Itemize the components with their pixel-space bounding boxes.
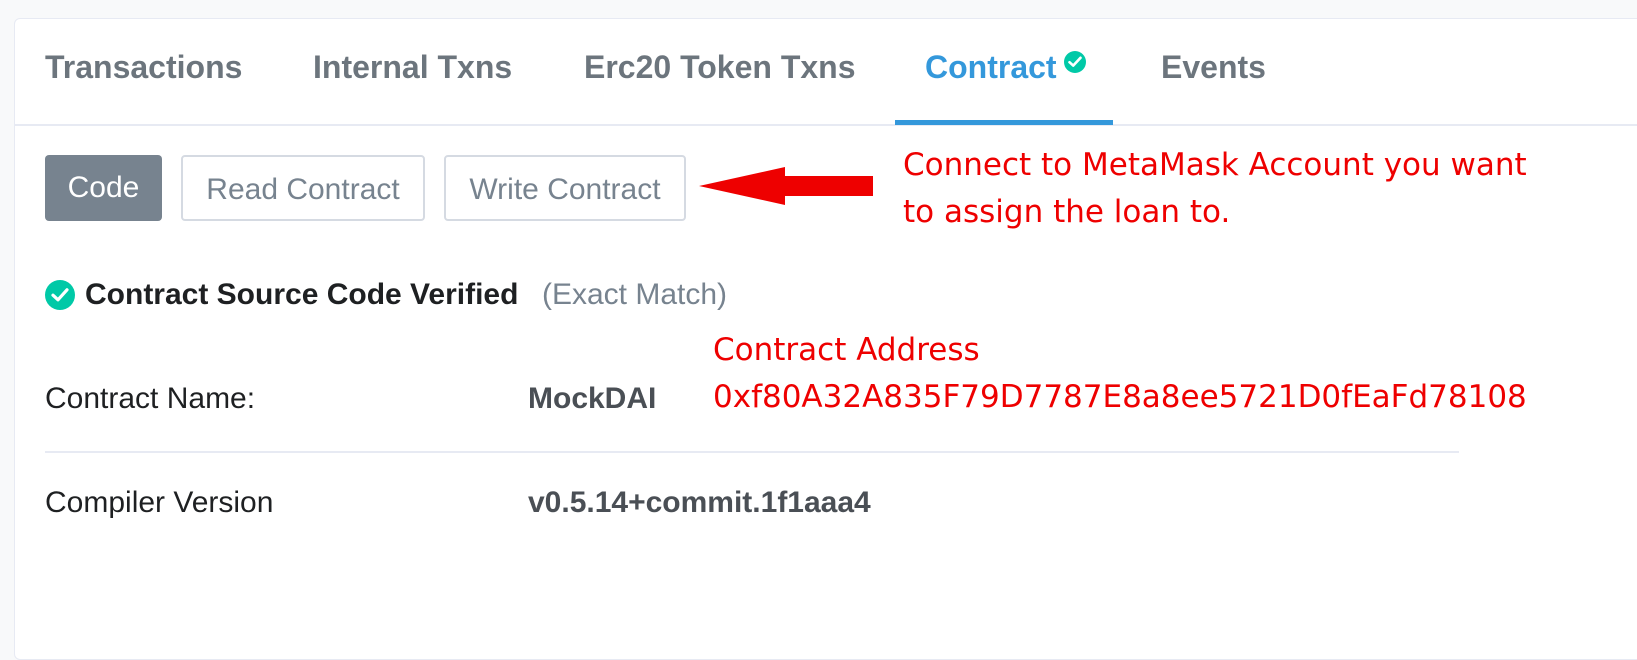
tab-contract[interactable]: Contract: [925, 49, 1057, 86]
tab-bar: Transactions Internal Txns Erc20 Token T…: [15, 19, 1637, 126]
compiler-version-value: v0.5.14+commit.1f1aaa4: [528, 486, 871, 519]
active-tab-indicator: [895, 120, 1113, 125]
contract-name-value: MockDAI: [528, 382, 657, 415]
verification-title: Contract Source Code Verified: [85, 278, 519, 311]
metamask-annotation-line1: Connect to MetaMask Account you want: [903, 147, 1527, 183]
tab-transactions[interactable]: Transactions: [45, 49, 242, 86]
row-divider: [45, 451, 1459, 453]
code-button[interactable]: Code: [45, 155, 162, 221]
metamask-annotation-line2: to assign the loan to.: [903, 194, 1231, 230]
contract-address-value: 0xf80A32A835F79D7787E8a8ee5721D0fEaFd781…: [713, 379, 1527, 415]
red-arrow-left-icon: [699, 167, 873, 205]
tab-erc20-token-txns[interactable]: Erc20 Token Txns: [584, 49, 856, 86]
read-contract-button[interactable]: Read Contract: [181, 155, 425, 221]
check-circle-icon: [45, 280, 75, 310]
verification-subtitle: (Exact Match): [542, 278, 728, 311]
contract-address-label: Contract Address: [713, 332, 980, 368]
tab-events[interactable]: Events: [1161, 49, 1266, 86]
contract-name-label: Contract Name:: [45, 382, 256, 415]
check-circle-icon: [1064, 51, 1086, 73]
compiler-version-label: Compiler Version: [45, 486, 274, 519]
tab-internal-txns[interactable]: Internal Txns: [313, 49, 512, 86]
contract-card: Transactions Internal Txns Erc20 Token T…: [14, 18, 1637, 660]
write-contract-button[interactable]: Write Contract: [444, 155, 686, 221]
